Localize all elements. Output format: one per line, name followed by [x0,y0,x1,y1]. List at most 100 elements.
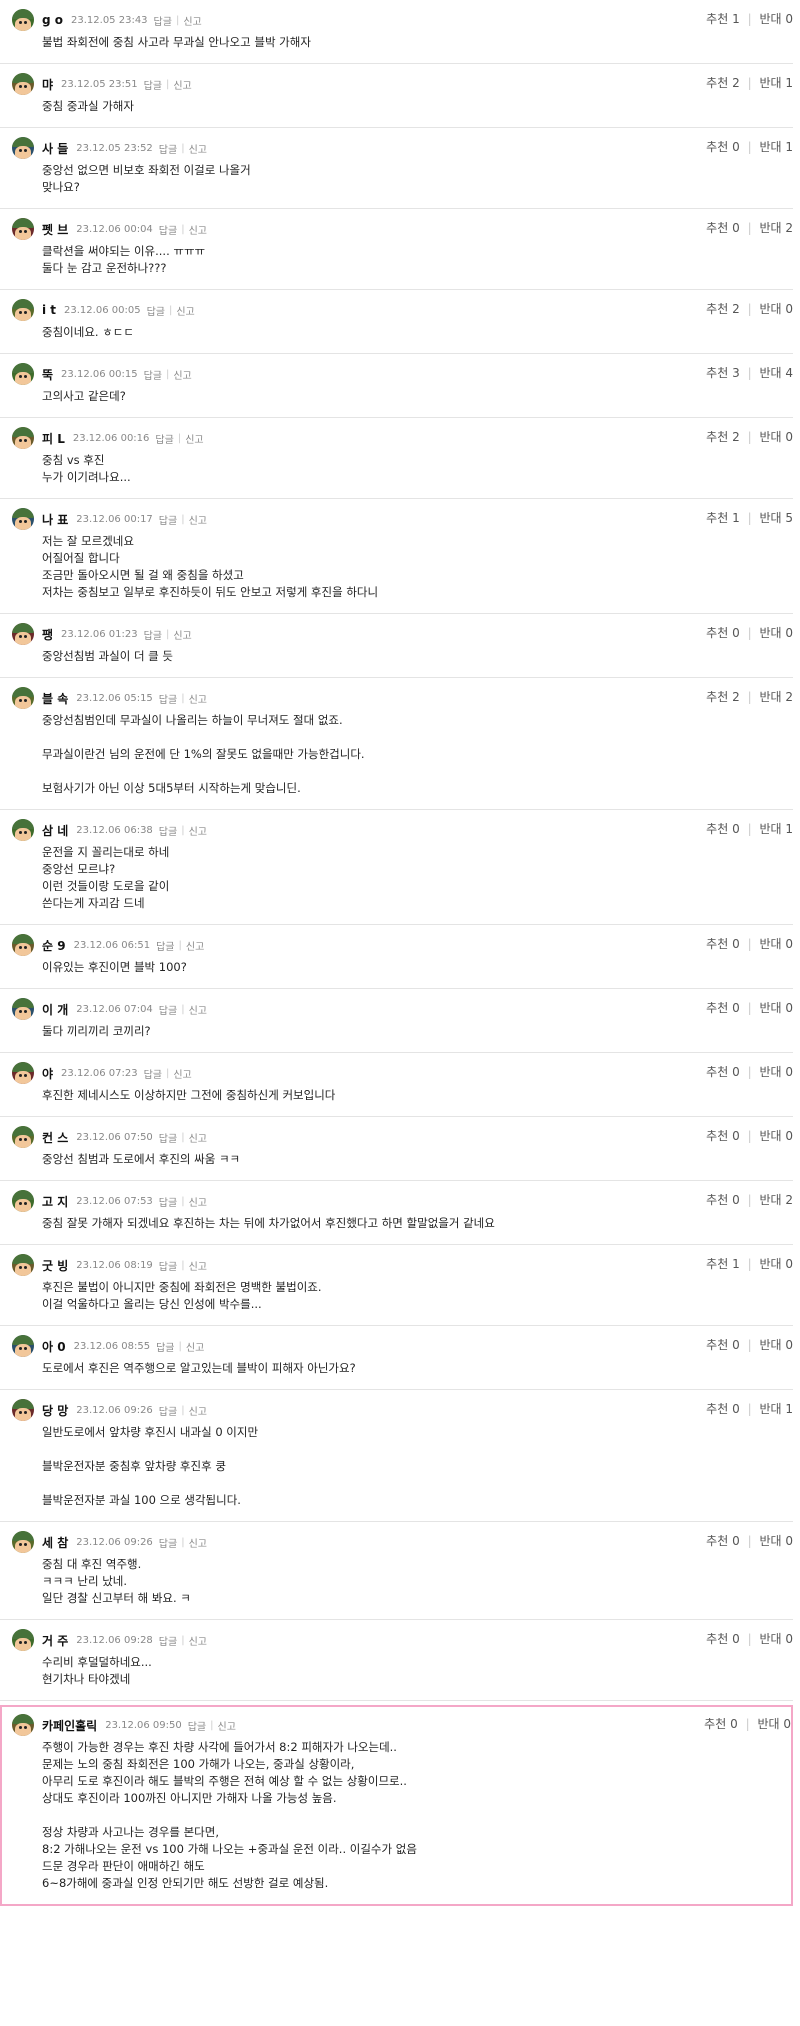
reply-link[interactable]: 답글 [155,431,173,446]
report-link[interactable]: 신고 [183,13,201,28]
author-nickname[interactable]: 이 개 [42,1001,68,1018]
upvote-button[interactable]: 추천 0 [706,1129,740,1143]
reply-link[interactable]: 답글 [159,1194,177,1209]
upvote-button[interactable]: 추천 0 [704,1717,738,1731]
downvote-button[interactable]: 반대 4 [759,366,793,380]
report-link[interactable]: 신고 [189,512,207,527]
reply-link[interactable]: 답글 [159,512,177,527]
downvote-button[interactable]: 반대 0 [759,1338,793,1352]
downvote-button[interactable]: 반대 0 [759,626,793,640]
reply-link[interactable]: 답글 [159,1130,177,1145]
author-nickname[interactable]: 블 속 [42,690,68,707]
downvote-button[interactable]: 반대 2 [759,221,793,235]
author-nickname[interactable]: 당 망 [42,1402,68,1419]
downvote-button[interactable]: 반대 1 [759,1402,793,1416]
report-link[interactable]: 신고 [189,1002,207,1017]
reply-link[interactable]: 답글 [159,1258,177,1273]
upvote-button[interactable]: 추천 0 [706,1402,740,1416]
author-nickname[interactable]: g o [42,13,63,27]
reply-link[interactable]: 답글 [156,1339,174,1354]
reply-link[interactable]: 답글 [159,1403,177,1418]
reply-link[interactable]: 답글 [156,938,174,953]
author-nickname[interactable]: 순 9 [42,937,66,954]
report-link[interactable]: 신고 [185,431,203,446]
reply-link[interactable]: 답글 [159,691,177,706]
upvote-button[interactable]: 추천 3 [706,366,740,380]
report-link[interactable]: 신고 [189,1403,207,1418]
downvote-button[interactable]: 반대 0 [759,302,793,316]
author-nickname[interactable]: 컨 스 [42,1129,68,1146]
upvote-button[interactable]: 추천 0 [706,1338,740,1352]
report-link[interactable]: 신고 [189,141,207,156]
author-nickname[interactable]: 팽 [42,626,53,643]
reply-link[interactable]: 답글 [144,627,162,642]
downvote-button[interactable]: 반대 0 [759,1632,793,1646]
upvote-button[interactable]: 추천 0 [706,1534,740,1548]
downvote-button[interactable]: 반대 0 [759,12,793,26]
upvote-button[interactable]: 추천 0 [706,626,740,640]
author-nickname[interactable]: 아 0 [42,1338,66,1355]
downvote-button[interactable]: 반대 0 [759,1534,793,1548]
upvote-button[interactable]: 추천 0 [706,140,740,154]
reply-link[interactable]: 답글 [159,1535,177,1550]
downvote-button[interactable]: 반대 0 [759,1257,793,1271]
downvote-button[interactable]: 반대 1 [759,140,793,154]
upvote-button[interactable]: 추천 2 [706,430,740,444]
author-nickname[interactable]: i t [42,303,56,317]
downvote-button[interactable]: 반대 0 [757,1717,791,1731]
upvote-button[interactable]: 추천 0 [706,937,740,951]
upvote-button[interactable]: 추천 0 [706,1065,740,1079]
report-link[interactable]: 신고 [189,1535,207,1550]
report-link[interactable]: 신고 [189,1633,207,1648]
author-nickname[interactable]: 뚝 [42,366,53,383]
downvote-button[interactable]: 반대 1 [759,822,793,836]
author-nickname[interactable]: 피 L [42,430,65,447]
report-link[interactable]: 신고 [189,823,207,838]
upvote-button[interactable]: 추천 0 [706,1001,740,1015]
report-link[interactable]: 신고 [189,1130,207,1145]
reply-link[interactable]: 답글 [159,1002,177,1017]
downvote-button[interactable]: 반대 0 [759,430,793,444]
author-nickname[interactable]: 펫 브 [42,221,68,238]
reply-link[interactable]: 답글 [159,823,177,838]
author-nickname[interactable]: 세 참 [42,1534,68,1551]
author-nickname[interactable]: 먀 [42,76,53,93]
reply-link[interactable]: 답글 [147,303,165,318]
upvote-button[interactable]: 추천 0 [706,1632,740,1646]
upvote-button[interactable]: 추천 0 [706,1193,740,1207]
downvote-button[interactable]: 반대 2 [759,690,793,704]
reply-link[interactable]: 답글 [154,13,172,28]
author-nickname[interactable]: 사 들 [42,140,68,157]
reply-link[interactable]: 답글 [159,141,177,156]
downvote-button[interactable]: 반대 5 [759,511,793,525]
downvote-button[interactable]: 반대 0 [759,1065,793,1079]
report-link[interactable]: 신고 [173,77,191,92]
report-link[interactable]: 신고 [173,627,191,642]
report-link[interactable]: 신고 [218,1718,236,1733]
report-link[interactable]: 신고 [189,1258,207,1273]
downvote-button[interactable]: 반대 1 [759,76,793,90]
author-nickname[interactable]: 거 주 [42,1632,68,1649]
author-nickname[interactable]: 야 [42,1065,53,1082]
upvote-button[interactable]: 추천 1 [706,12,740,26]
reply-link[interactable]: 답글 [144,1066,162,1081]
report-link[interactable]: 신고 [186,938,204,953]
report-link[interactable]: 신고 [189,1194,207,1209]
upvote-button[interactable]: 추천 2 [706,302,740,316]
upvote-button[interactable]: 추천 1 [706,1257,740,1271]
upvote-button[interactable]: 추천 0 [706,221,740,235]
downvote-button[interactable]: 반대 0 [759,1001,793,1015]
report-link[interactable]: 신고 [173,1066,191,1081]
upvote-button[interactable]: 추천 1 [706,511,740,525]
upvote-button[interactable]: 추천 2 [706,690,740,704]
report-link[interactable]: 신고 [189,222,207,237]
downvote-button[interactable]: 반대 0 [759,937,793,951]
downvote-button[interactable]: 반대 0 [759,1129,793,1143]
author-nickname[interactable]: 나 표 [42,511,68,528]
reply-link[interactable]: 답글 [144,77,162,92]
report-link[interactable]: 신고 [173,367,191,382]
upvote-button[interactable]: 추천 2 [706,76,740,90]
author-nickname[interactable]: 굿 빙 [42,1257,68,1274]
report-link[interactable]: 신고 [176,303,194,318]
reply-link[interactable]: 답글 [159,222,177,237]
